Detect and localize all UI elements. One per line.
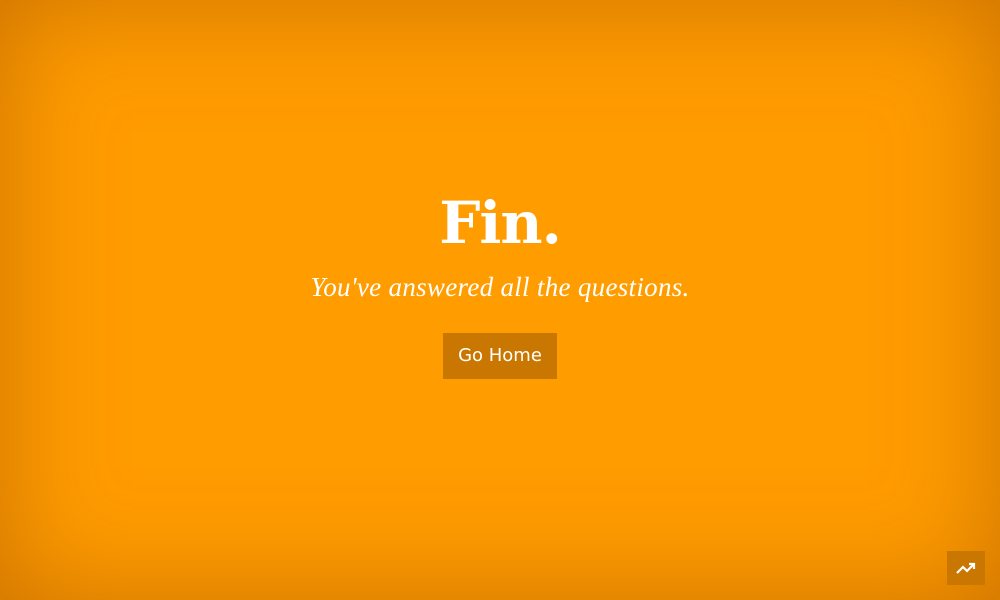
trending-up-icon bbox=[956, 561, 976, 575]
finish-panel: Fin. You've answered all the questions. … bbox=[0, 0, 1000, 600]
page-title: Fin. bbox=[439, 188, 562, 257]
completion-message: You've answered all the questions. bbox=[310, 271, 690, 302]
go-home-button[interactable]: Go Home bbox=[443, 332, 557, 379]
stats-button[interactable] bbox=[947, 551, 985, 585]
